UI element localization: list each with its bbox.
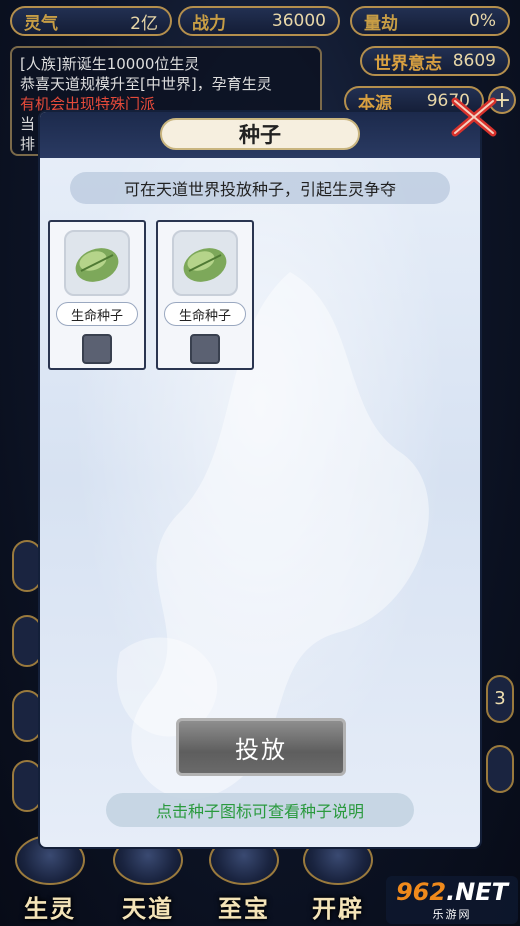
side-badge-count: 3 bbox=[494, 688, 506, 709]
nav-kaipi[interactable]: 开辟 bbox=[292, 835, 384, 926]
side-menu-ling[interactable] bbox=[12, 540, 42, 592]
nav-shengling[interactable]: 生灵 bbox=[4, 835, 96, 926]
stat-zhanli-label: 战力 bbox=[192, 13, 226, 34]
seed-name: 生命种子 bbox=[56, 302, 138, 326]
stat-zhanli-value: 36000 bbox=[271, 11, 326, 31]
close-icon[interactable] bbox=[449, 95, 499, 139]
stat-liangjie: 量劫 0% bbox=[350, 6, 510, 36]
side-menu-shen[interactable] bbox=[12, 615, 42, 667]
watermark-sub: 乐游网 bbox=[432, 908, 472, 921]
watermark-num: 962 bbox=[395, 878, 447, 906]
seed-dialog: 种子 可在天道世界投放种子，引起生灵争夺 生命种子 生命种子 投放 点击种子图标… bbox=[40, 112, 480, 847]
stat-lingqi: 灵气 2亿 bbox=[10, 6, 172, 36]
release-seed-button[interactable]: 投放 bbox=[176, 718, 346, 776]
dialog-subtitle: 可在天道世界投放种子，引起生灵争夺 bbox=[70, 172, 450, 204]
stat-lingqi-value: 2亿 bbox=[130, 13, 158, 34]
side-menu-dao[interactable] bbox=[12, 760, 42, 812]
stat-shijie-yizhi-value: 8609 bbox=[452, 51, 496, 71]
seed-icon-button[interactable] bbox=[64, 230, 130, 296]
stat-lingqi-label: 灵气 bbox=[24, 13, 58, 34]
nav-tiandao[interactable]: 天道 bbox=[102, 835, 194, 926]
seed-name: 生命种子 bbox=[164, 302, 246, 326]
seed-card[interactable]: 生命种子 bbox=[48, 220, 146, 370]
seed-select-checkbox[interactable] bbox=[190, 334, 220, 364]
log-line: 有机会出现特殊门派 bbox=[20, 95, 156, 113]
leaf-seed-icon bbox=[75, 248, 119, 282]
nav-tiandao-label: 天道 bbox=[122, 895, 174, 923]
stat-liangjie-label: 量劫 bbox=[364, 13, 398, 34]
leaf-seed-icon bbox=[183, 248, 227, 282]
stat-liangjie-value: 0% bbox=[469, 11, 496, 31]
nav-shengling-label: 生灵 bbox=[24, 895, 76, 923]
side-menu-fa[interactable] bbox=[12, 690, 42, 742]
seed-hint-text: 点击种子图标可查看种子说明 bbox=[106, 793, 414, 827]
seed-select-checkbox[interactable] bbox=[82, 334, 112, 364]
side-menu-right[interactable] bbox=[486, 745, 514, 793]
nav-kaipi-label: 开辟 bbox=[312, 895, 364, 923]
stat-shijie-yizhi-label: 世界意志 bbox=[374, 53, 442, 74]
site-watermark-logo: 962.NET 乐游网 bbox=[386, 876, 518, 924]
nav-zhibao-label: 至宝 bbox=[218, 895, 270, 923]
seed-card[interactable]: 生命种子 bbox=[156, 220, 254, 370]
seed-icon-button[interactable] bbox=[172, 230, 238, 296]
dialog-title: 种子 bbox=[160, 118, 360, 150]
watermark-net: .NET bbox=[446, 878, 509, 906]
log-line: [人族]新诞生10000位生灵 bbox=[20, 55, 200, 73]
log-line: 恭喜天道规模升至[中世界]，孕育生灵 bbox=[20, 75, 272, 93]
stat-benyuan-label: 本源 bbox=[358, 93, 392, 114]
stat-zhanli: 战力 36000 bbox=[178, 6, 340, 36]
side-badge[interactable]: 3 bbox=[486, 675, 514, 723]
nav-zhibao[interactable]: 至宝 bbox=[198, 835, 290, 926]
stat-shijie-yizhi: 世界意志 8609 bbox=[360, 46, 510, 76]
